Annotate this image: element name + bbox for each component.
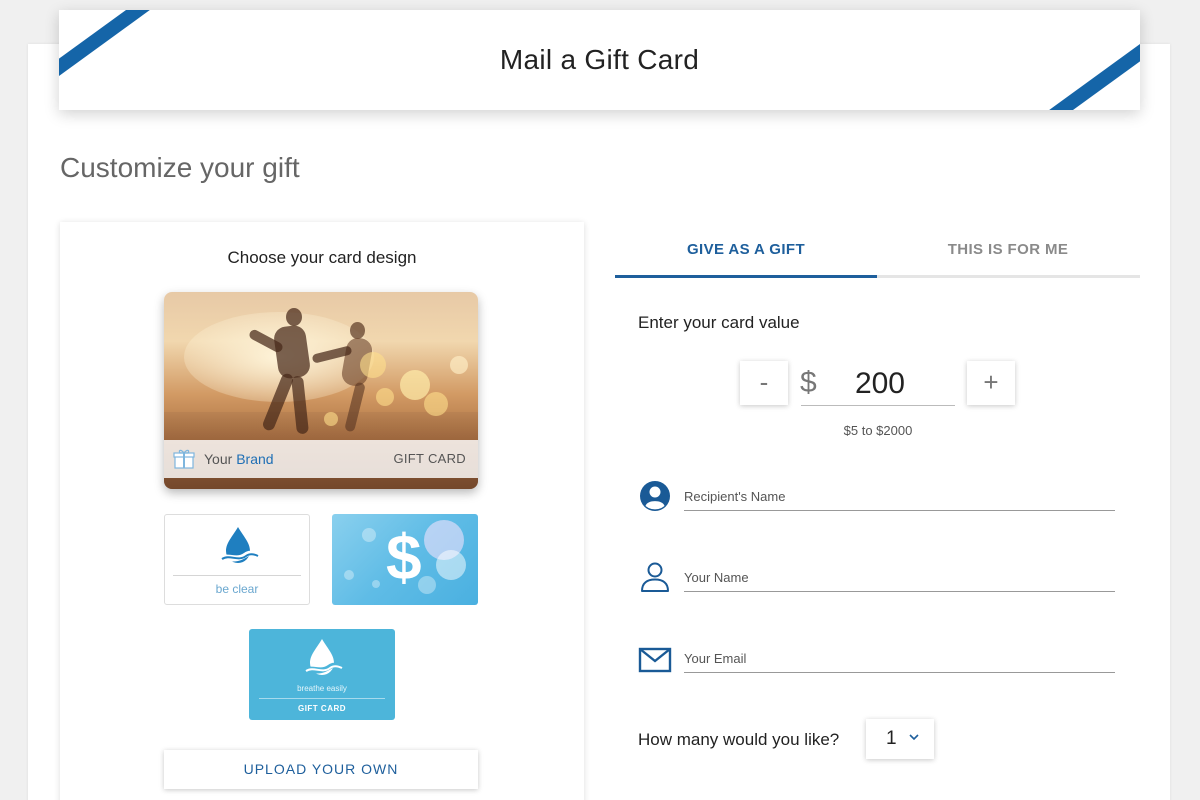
card-design-be-clear[interactable]: be clear: [164, 514, 310, 605]
section-title: Customize your gift: [60, 152, 300, 183]
quantity-select[interactable]: 1: [866, 719, 934, 759]
gift-type-tabs: GIVE AS A GIFT THIS IS FOR ME: [615, 226, 1140, 278]
water-drop-icon: [304, 639, 343, 675]
water-drop-icon: [220, 527, 259, 563]
card-design-dollar[interactable]: $: [332, 514, 478, 605]
page-title: Mail a Gift Card: [499, 44, 700, 75]
chevron-down-icon: [909, 734, 919, 741]
user-outline-icon: [641, 562, 669, 592]
your-name-field[interactable]: [684, 564, 1115, 592]
thumb-label: breathe easily: [297, 684, 347, 693]
card-design-breathe-easily[interactable]: breathe easily GIFT CARD: [249, 629, 395, 720]
dollar-sign-graphic: $: [386, 521, 422, 593]
tab-this-is-for-me[interactable]: THIS IS FOR ME: [877, 226, 1139, 278]
upload-your-own-button[interactable]: UPLOAD YOUR OWN: [164, 750, 478, 789]
selected-card-design[interactable]: Your Brand GIFT CARD: [164, 292, 478, 489]
decrease-amount-button[interactable]: -: [740, 361, 788, 405]
page-header: Mail a Gift Card: [59, 10, 1140, 110]
thumb-sublabel: GIFT CARD: [297, 704, 347, 713]
tab-give-as-gift[interactable]: GIVE AS A GIFT: [615, 226, 877, 278]
quantity-value: 1: [886, 728, 897, 749]
recipient-name-field[interactable]: [684, 483, 1115, 511]
design-heading: Choose your card design: [227, 248, 417, 267]
increase-amount-button[interactable]: +: [967, 361, 1015, 405]
your-email-field[interactable]: [684, 645, 1115, 673]
quantity-label: How many would you like?: [638, 730, 840, 749]
card-brand-name: Your Brand: [204, 451, 274, 467]
amount-range-hint: $5 to $2000: [843, 423, 913, 438]
gift-icon: [173, 449, 195, 469]
card-type-label: GIFT CARD: [393, 451, 466, 466]
thumb-label: be clear: [215, 582, 259, 596]
amount-input[interactable]: [801, 362, 955, 406]
active-tab-indicator: [615, 275, 877, 278]
user-filled-icon: [640, 481, 670, 511]
card-value-heading: Enter your card value: [638, 313, 800, 332]
card-design-panel: Choose your card design Your Brand GIFT …: [60, 222, 584, 800]
card-brand-bar: Your Brand GIFT CARD: [164, 440, 478, 478]
envelope-icon: [638, 647, 672, 673]
